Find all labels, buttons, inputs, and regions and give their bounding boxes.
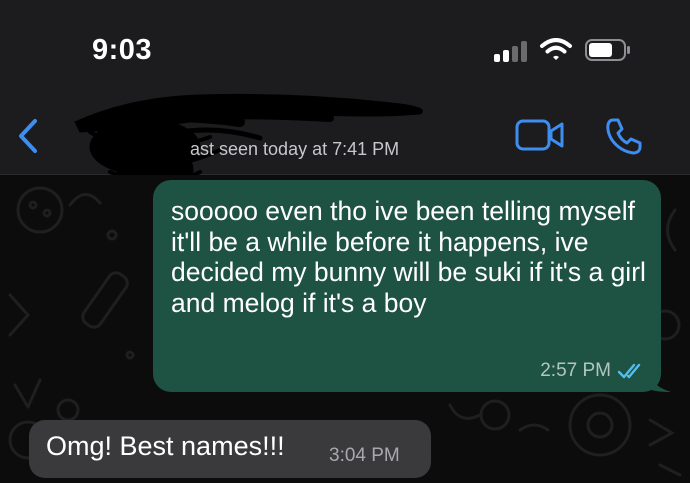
outgoing-message-meta: 2:57 PM [540, 360, 645, 382]
outgoing-message-time: 2:57 PM [540, 360, 611, 381]
video-call-icon[interactable] [515, 118, 565, 152]
signal-bars-icon [494, 40, 528, 62]
phone-call-icon[interactable] [604, 116, 644, 156]
wifi-icon [540, 38, 572, 60]
back-chevron-icon[interactable] [14, 116, 44, 156]
chat-header: ast seen today at 7:41 PM [0, 92, 690, 197]
double-check-icon [617, 363, 641, 379]
status-time: 9:03 [92, 34, 153, 66]
incoming-message-time: 3:04 PM [329, 445, 400, 466]
incoming-message-bubble[interactable]: Omg! Best names!!! 3:04 PM [29, 420, 431, 478]
last-seen-status: ast seen today at 7:41 PM [190, 139, 400, 159]
outgoing-message-bubble[interactable]: sooooo even tho ive been telling myself … [153, 180, 671, 392]
outgoing-message-text: sooooo even tho ive been telling myself … [171, 196, 646, 318]
incoming-message-text: Omg! Best names!!! [46, 431, 285, 461]
chat-area[interactable]: sooooo even tho ive been telling myself … [0, 175, 690, 483]
status-bar: 9:03 [0, 0, 690, 92]
bubble-tail [647, 370, 671, 392]
battery-icon [585, 39, 630, 61]
